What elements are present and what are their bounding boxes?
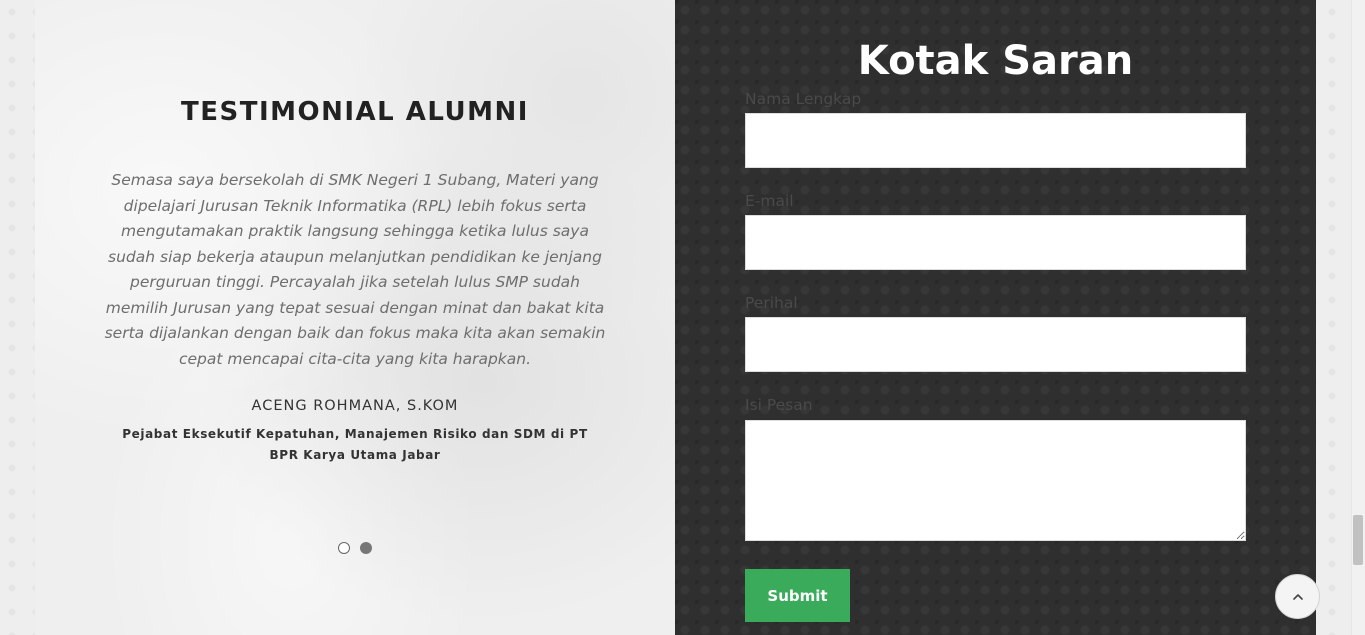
name-input[interactable] xyxy=(745,113,1246,168)
message-textarea[interactable] xyxy=(745,420,1246,541)
message-label: Isi Pesan xyxy=(745,396,813,414)
testimonial-heading: TESTIMONIAL ALUMNI xyxy=(181,97,529,127)
form-title: Kotak Saran xyxy=(857,38,1134,84)
chevron-up-icon xyxy=(1292,593,1303,600)
suggestion-form-section: Kotak Saran Nama Lengkap E-mail Perihal … xyxy=(675,0,1316,635)
scrollbar-thumb[interactable] xyxy=(1353,515,1363,565)
carousel-dot-2[interactable] xyxy=(360,542,372,554)
carousel-dots xyxy=(338,542,372,554)
alumni-role: Pejabat Eksekutif Kepatuhan, Manajemen R… xyxy=(122,427,588,462)
name-label: Nama Lengkap xyxy=(745,90,862,108)
subject-label: Perihal xyxy=(745,294,798,312)
alumni-name: ACENG ROHMANA, S.KOM xyxy=(251,398,459,414)
scroll-top-button[interactable] xyxy=(1275,574,1320,619)
email-input[interactable] xyxy=(745,215,1246,270)
carousel-dot-1[interactable] xyxy=(338,542,350,554)
submit-button[interactable]: Submit xyxy=(745,569,850,622)
email-label: E-mail xyxy=(745,192,794,210)
testimonial-quote: Semasa saya bersekolah di SMK Negeri 1 S… xyxy=(104,171,606,368)
testimonial-section: TESTIMONIAL ALUMNI Semasa saya bersekola… xyxy=(35,0,675,635)
subject-input[interactable] xyxy=(745,317,1246,372)
